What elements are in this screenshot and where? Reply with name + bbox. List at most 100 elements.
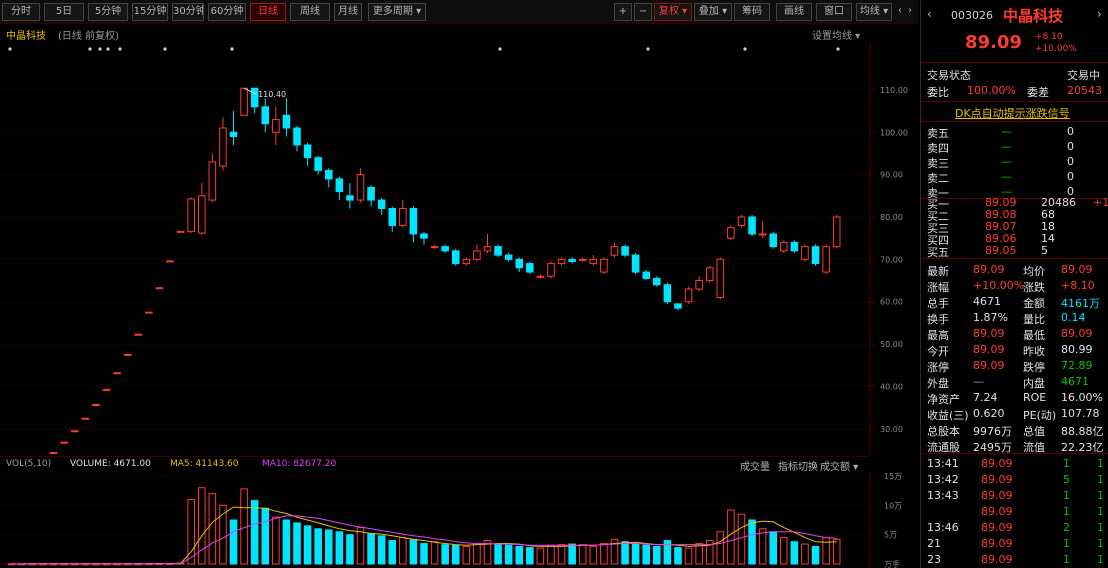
- event-marker-dot[interactable]: [88, 47, 92, 51]
- window-button[interactable]: 窗口: [816, 3, 852, 21]
- period-60min-button[interactable]: 60分钟: [208, 3, 246, 21]
- volume-bar: [557, 544, 566, 565]
- tick-count: 1: [1097, 537, 1104, 550]
- turnover-tab[interactable]: 成交额 ▾: [820, 458, 858, 473]
- price-axis-label: 70.00: [880, 255, 903, 264]
- stat-value-right: 80.99: [1061, 343, 1093, 356]
- stat-value-right: 89.09: [1061, 327, 1093, 340]
- candle-body: [621, 246, 629, 256]
- volume-bar: [801, 543, 809, 565]
- chips-button[interactable]: 筹码: [734, 3, 770, 21]
- zoom-out-button[interactable]: −: [634, 3, 652, 21]
- stat-label-right: ROE: [1023, 391, 1047, 404]
- zoom-in-button[interactable]: +: [614, 3, 632, 21]
- stat-value-left: 4671: [973, 295, 1001, 308]
- event-marker-dot[interactable]: [230, 47, 234, 51]
- volume-bar: [335, 531, 344, 565]
- stat-value-right: 4671: [1061, 375, 1089, 388]
- tick-price: 89.09: [981, 457, 1013, 470]
- volume-bar: [822, 537, 830, 565]
- stat-value-left: 1.87%: [973, 311, 1008, 324]
- candle-body: [589, 258, 598, 265]
- stat-value-right: 88.88亿: [1061, 425, 1104, 438]
- stat-value-left: 0.620: [973, 407, 1005, 420]
- stat-label-left: 收益(三): [927, 409, 969, 422]
- candle-body: [197, 195, 206, 234]
- ma-settings-button[interactable]: 设置均线 ▾: [812, 27, 860, 42]
- candle-body: [663, 284, 672, 303]
- overlay-dropdown[interactable]: 叠加 ▾: [694, 3, 732, 21]
- tick-time: 21: [927, 537, 941, 550]
- tick-price: 89.09: [981, 489, 1013, 502]
- stat-label-right: 跌停: [1023, 361, 1045, 374]
- candle-body: [219, 127, 227, 167]
- volume-bar: [547, 544, 555, 565]
- volume-bar: [420, 542, 428, 565]
- sell-level-row: 卖三 —0: [921, 154, 1108, 170]
- chevron-left-icon[interactable]: ‹: [927, 7, 932, 21]
- tick-count: 1: [1097, 553, 1104, 566]
- l2-banner[interactable]: DK点自动提示涨跌信号: [921, 104, 1108, 120]
- event-marker-dot[interactable]: [646, 47, 650, 51]
- candle-body: [727, 227, 735, 239]
- candle-body: [356, 174, 365, 201]
- candle-body: [430, 246, 439, 249]
- chevron-left-icon[interactable]: ‹: [895, 3, 905, 21]
- event-marker-dot[interactable]: [498, 47, 502, 51]
- chevron-right-icon[interactable]: ›: [1097, 7, 1102, 21]
- stat-label-right: 金额: [1023, 297, 1045, 310]
- period-monthly-button[interactable]: 月线: [334, 3, 362, 21]
- candle-body: [642, 271, 651, 279]
- event-marker-dot[interactable]: [118, 47, 122, 51]
- price-axis-label: 100.00: [880, 128, 908, 137]
- l2-banner-text[interactable]: DK点自动提示涨跌信号: [955, 105, 1070, 121]
- indicator-switch-tab[interactable]: 指标切换: [778, 458, 818, 473]
- candle-body: [377, 199, 386, 210]
- ma-button[interactable]: 均线 ▾: [856, 3, 892, 21]
- candle-body: [515, 258, 524, 269]
- event-marker-dot[interactable]: [836, 47, 840, 51]
- divider: [921, 453, 1108, 454]
- volume-bar: [356, 527, 365, 565]
- tick-row: 13:41 89.09 1 1: [921, 456, 1108, 472]
- period-daily-button[interactable]: 日线: [250, 3, 286, 21]
- tick-price: 89.09: [981, 505, 1013, 518]
- period-5min-button[interactable]: 5分钟: [88, 3, 128, 21]
- weicha-label: 委差: [1027, 86, 1049, 99]
- period-weekly-button[interactable]: 周线: [290, 3, 330, 21]
- stat-value-left: +10.00%: [973, 279, 1025, 292]
- price-axis-label: 80.00: [880, 213, 903, 222]
- chart-stock-name: 中晶科技: [6, 31, 46, 42]
- chevron-right-icon[interactable]: ›: [905, 3, 915, 21]
- event-marker-dot[interactable]: [106, 47, 110, 51]
- volume-tab[interactable]: 成交量: [740, 458, 770, 473]
- tick-price: 89.09: [981, 473, 1013, 486]
- adjust-dropdown[interactable]: 复权 ▾: [654, 3, 692, 21]
- more-periods-dropdown[interactable]: 更多周期 ▾: [368, 3, 426, 21]
- period-5day-button[interactable]: 5日: [44, 3, 84, 21]
- period-timeshare-button[interactable]: 分时: [2, 3, 40, 21]
- stat-value-right: 16.00%: [1061, 391, 1103, 404]
- volume-bar: [515, 545, 524, 565]
- volume-chart[interactable]: 15万 10万 5万万手: [0, 472, 918, 568]
- period-30min-button[interactable]: 30分钟: [172, 3, 204, 21]
- volume-bar: [504, 544, 513, 565]
- event-marker-dot[interactable]: [8, 47, 12, 51]
- candle-body: [578, 258, 587, 261]
- volume-bar: [473, 542, 481, 565]
- candle-body: [473, 250, 481, 260]
- tick-price: 89.09: [981, 553, 1013, 566]
- status-label: 交易状态: [927, 69, 971, 82]
- stat-label-left: 净资产: [927, 393, 960, 406]
- event-marker-dot[interactable]: [743, 47, 747, 51]
- period-15min-button[interactable]: 15分钟: [132, 3, 168, 21]
- stat-value-left: 89.09: [973, 359, 1005, 372]
- event-marker-dot[interactable]: [98, 47, 102, 51]
- stat-label-left: 涨停: [927, 361, 949, 374]
- volume-bar: [409, 538, 418, 565]
- draw-line-button[interactable]: 画线: [776, 3, 812, 21]
- last-price: 89.09: [965, 32, 1022, 53]
- event-marker-dot[interactable]: [163, 47, 167, 51]
- candlestick-chart[interactable]: 110.00 100.00 90.00 80.00 70.00 60.00 50.00 40.…: [0, 42, 918, 456]
- weibi-label: 委比: [927, 86, 949, 99]
